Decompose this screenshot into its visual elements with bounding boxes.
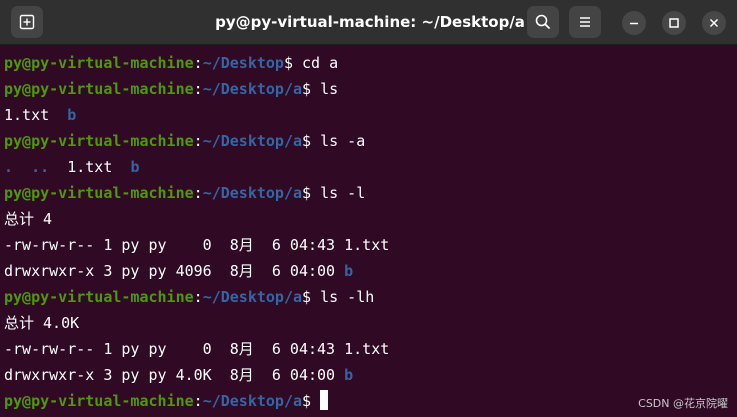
prompt-separator: : <box>193 80 203 98</box>
command-text: ls -l <box>320 184 366 202</box>
output-text: -rw-rw-r-- 1 py py 0 8月 6 04:43 1.txt <box>4 236 390 254</box>
output-line: 总计 4.0K <box>4 310 734 336</box>
prompt-separator: : <box>193 288 203 306</box>
prompt-user-host: py@py-virtual-machine <box>4 184 194 202</box>
directory-entry: b <box>344 366 354 384</box>
prompt-sigil: $ <box>302 288 321 306</box>
window-title: py@py-virtual-machine: ~/Desktop/a <box>215 13 525 31</box>
output-line: . .. 1.txt b <box>4 154 734 180</box>
output-text: drwxrwxr-x 3 py py 4096 8月 6 04:00 <box>4 262 345 280</box>
prompt-path: ~/Desktop <box>202 54 284 72</box>
terminal-output[interactable]: py@py-virtual-machine:~/Desktop$ cd a py@… <box>4 50 734 414</box>
maximize-icon <box>669 18 679 28</box>
hamburger-menu-icon <box>580 17 590 27</box>
prompt-line: py@py-virtual-machine:~/Desktop/a$ ls -l <box>4 180 734 206</box>
prompt-sigil: $ <box>302 184 321 202</box>
prompt-line: py@py-virtual-machine:~/Desktop/a$ ls -a <box>4 128 734 154</box>
prompt-user-host: py@py-virtual-machine <box>4 288 194 306</box>
prompt-sigil: $ <box>302 80 321 98</box>
directory-entry: b <box>67 106 77 124</box>
directory-entry: b <box>130 158 140 176</box>
prompt-line: py@py-virtual-machine:~/Desktop/a$ ls <box>4 76 734 102</box>
output-text: drwxrwxr-x 3 py py 4.0K 8月 6 04:00 <box>4 366 345 384</box>
output-line: 总计 4 <box>4 206 734 232</box>
output-line: -rw-rw-r-- 1 py py 0 8月 6 04:43 1.txt <box>4 232 734 258</box>
menu-button[interactable] <box>569 6 601 38</box>
prompt-line: py@py-virtual-machine:~/Desktop/a$ <box>4 388 734 414</box>
prompt-separator: : <box>193 184 203 202</box>
prompt-path: ~/Desktop/a <box>202 80 303 98</box>
directory-entry: b <box>344 262 354 280</box>
prompt-sigil: $ <box>283 54 303 72</box>
command-text: ls -lh <box>320 288 375 306</box>
terminal-window: py@py-virtual-machine: ~/Desktop/a py@py… <box>0 0 737 417</box>
output-text: 1.txt <box>67 158 113 176</box>
prompt-line: py@py-virtual-machine:~/Desktop$ cd a <box>4 50 734 76</box>
output-line: drwxrwxr-x 3 py py 4.0K 8月 6 04:00 b <box>4 362 734 388</box>
prompt-sigil: $ <box>302 132 321 150</box>
prompt-line: py@py-virtual-machine:~/Desktop/a$ ls -l… <box>4 284 734 310</box>
prompt-separator: : <box>193 392 203 410</box>
prompt-separator: : <box>193 132 203 150</box>
search-button[interactable] <box>527 6 559 38</box>
prompt-path: ~/Desktop/a <box>202 132 303 150</box>
output-line: -rw-rw-r-- 1 py py 0 8月 6 04:43 1.txt <box>4 336 734 362</box>
output-text: 1.txt <box>4 106 50 124</box>
close-button[interactable] <box>702 11 726 35</box>
close-icon <box>709 18 719 28</box>
minimize-button[interactable] <box>622 11 646 35</box>
output-text: 总计 4.0K <box>4 314 80 332</box>
prompt-user-host: py@py-virtual-machine <box>4 54 194 72</box>
minimize-icon <box>630 22 638 25</box>
search-icon <box>535 14 550 29</box>
prompt-path: ~/Desktop/a <box>202 288 303 306</box>
prompt-user-host: py@py-virtual-machine <box>4 80 194 98</box>
prompt-separator: : <box>193 54 203 72</box>
prompt-path: ~/Desktop/a <box>202 392 303 410</box>
prompt-path: ~/Desktop/a <box>202 184 303 202</box>
prompt-sigil: $ <box>302 392 321 410</box>
command-text: cd a <box>302 54 339 72</box>
output-line: drwxrwxr-x 3 py py 4096 8月 6 04:00 b <box>4 258 734 284</box>
text-cursor <box>320 390 329 410</box>
maximize-button[interactable] <box>662 11 686 35</box>
directory-entry: . <box>4 158 14 176</box>
output-line: 1.txt b <box>4 102 734 128</box>
prompt-user-host: py@py-virtual-machine <box>4 132 194 150</box>
title-bar: py@py-virtual-machine: ~/Desktop/a <box>0 0 737 45</box>
new-tab-icon <box>19 14 35 30</box>
watermark: CSDN @花京院曜 <box>638 397 728 410</box>
new-tab-button[interactable] <box>11 6 43 38</box>
output-text: 总计 4 <box>4 210 53 228</box>
command-text: ls -a <box>320 132 366 150</box>
prompt-user-host: py@py-virtual-machine <box>4 392 194 410</box>
output-text: -rw-rw-r-- 1 py py 0 8月 6 04:43 1.txt <box>4 340 390 358</box>
directory-entry: .. <box>31 158 50 176</box>
command-text: ls <box>320 80 339 98</box>
